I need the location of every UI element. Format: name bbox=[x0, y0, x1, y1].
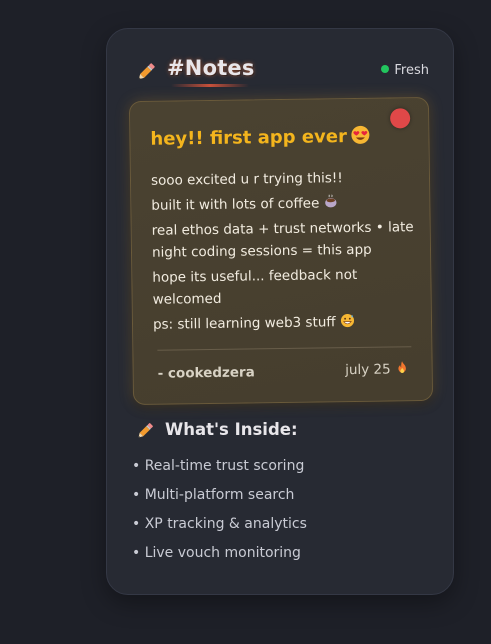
feature-list: • Real-time trust scoring • Multi-platfo… bbox=[132, 455, 307, 571]
status-badge: Fresh bbox=[381, 63, 429, 78]
note-line-text: built it with lots of coffee bbox=[151, 195, 320, 214]
note-title-text: hey!! first app ever bbox=[150, 126, 348, 150]
heart-eyes-emoji-icon bbox=[351, 125, 370, 144]
status-dot-icon bbox=[381, 65, 390, 73]
note-title: hey!! first app ever bbox=[150, 125, 371, 150]
pin-dot-icon bbox=[390, 108, 411, 129]
note-line: real ethos data + trust networks • late … bbox=[151, 219, 414, 261]
list-item: • XP tracking & analytics bbox=[132, 516, 307, 532]
list-item: • Multi-platform search bbox=[132, 487, 295, 503]
title-underline bbox=[171, 84, 249, 87]
note-line-text: ps: still learning web3 stuff bbox=[152, 314, 336, 333]
status-label: Fresh bbox=[394, 63, 429, 78]
page-title: #Notes bbox=[167, 56, 255, 80]
grinning-sweat-emoji-icon bbox=[340, 314, 354, 328]
note-line: hope its useful... feedback not welcomed bbox=[152, 266, 358, 308]
whats-inside-title: What's Inside: bbox=[165, 420, 298, 439]
list-item: • Real-time trust scoring bbox=[132, 458, 305, 474]
fire-icon bbox=[398, 361, 406, 373]
pencil-icon bbox=[138, 63, 155, 80]
list-item: • Live vouch monitoring bbox=[132, 545, 301, 561]
sticky-note: hey!! first app ever sooo excited u r tr… bbox=[128, 96, 434, 406]
pencil-icon bbox=[138, 423, 153, 438]
notes-header: #Notes Fresh bbox=[135, 56, 429, 87]
note-line: built it with lots of coffee bbox=[151, 191, 413, 217]
note-date-text: july 25 bbox=[345, 361, 391, 379]
note-date: july 25 bbox=[345, 360, 410, 378]
coffee-icon bbox=[325, 194, 337, 208]
note-line: ps: still learning web3 stuff bbox=[153, 310, 415, 336]
note-author: - cookedzera bbox=[157, 364, 255, 382]
note-divider bbox=[157, 346, 412, 351]
note-body: sooo excited u r trying this!! built it … bbox=[151, 166, 415, 339]
notes-card: #Notes Fresh hey!! first app ever sooo e… bbox=[106, 28, 454, 595]
note-line: sooo excited u r trying this!! bbox=[150, 170, 343, 189]
